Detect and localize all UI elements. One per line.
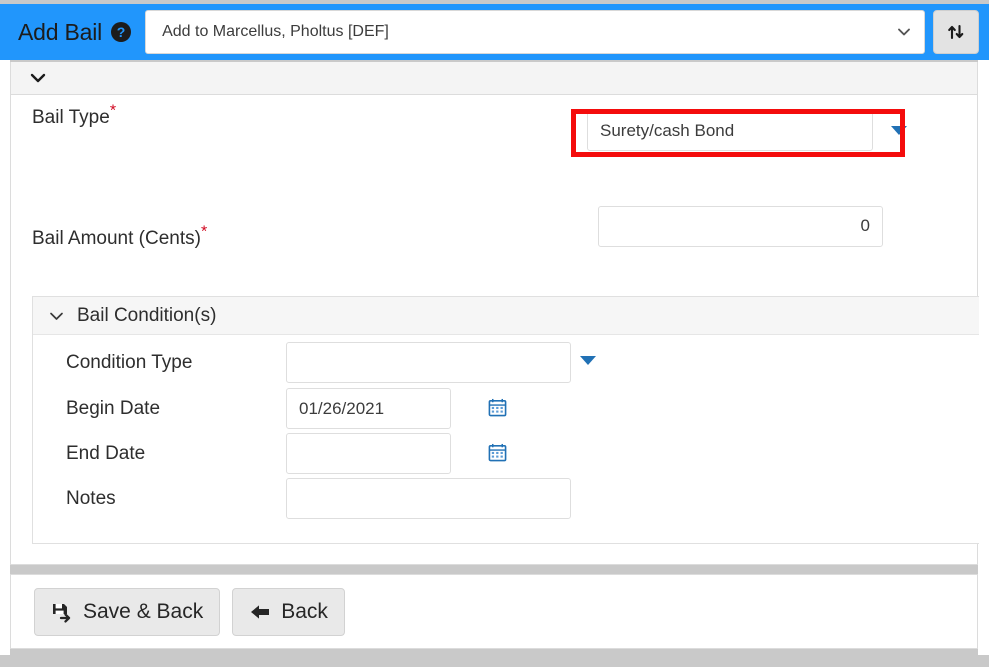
- save-arrow-icon: [53, 603, 71, 623]
- required-asterisk: *: [109, 102, 117, 120]
- question-circle-icon[interactable]: ?: [111, 22, 132, 42]
- begin-date-label: Begin Date: [66, 398, 161, 419]
- form-action-bar: Save & Back Back: [10, 574, 978, 649]
- form-row-bail-type: Bail Type* Surety/cash Bond: [11, 95, 977, 151]
- notes-input[interactable]: [286, 478, 571, 519]
- form-row-status-date: Status Date: [11, 235, 977, 432]
- page-right-margin: [978, 60, 989, 667]
- back-label: Back: [281, 599, 328, 623]
- form-row-bail-amount: Bail Amount (Cents)* 0: [11, 142, 977, 249]
- bail-type-value: Surety/cash Bond: [600, 121, 735, 140]
- page-title: Add Bail: [18, 18, 103, 45]
- chevron-down-icon: [898, 28, 910, 36]
- notes-label: Notes: [66, 488, 116, 509]
- application-window: Add Bail ? Add to Marcellus, Pholtus [DE…: [0, 0, 989, 667]
- swap-record-button[interactable]: [933, 10, 979, 54]
- bail-conditions-title: Bail Condition(s): [77, 304, 217, 326]
- save-and-back-label: Save & Back: [83, 599, 204, 623]
- calendar-icon[interactable]: [488, 398, 507, 417]
- window-bottom-edge: [0, 655, 989, 667]
- context-select-value: Add to Marcellus, Pholtus [DEF]: [162, 23, 389, 40]
- condition-type-label: Condition Type: [66, 352, 193, 373]
- page-left-margin: [0, 60, 10, 667]
- bail-conditions-panel: Bail Condition(s) Condition Type Begin D…: [32, 296, 979, 544]
- end-date-label: End Date: [66, 443, 146, 464]
- bail-type-label: Bail Type*: [32, 102, 117, 129]
- back-button[interactable]: Back: [232, 587, 345, 636]
- exchange-arrows-icon: [948, 24, 964, 40]
- bail-type-dropdown-arrow[interactable]: [891, 126, 907, 135]
- context-select[interactable]: Add to Marcellus, Pholtus [DEF]: [145, 10, 925, 54]
- arrow-left-icon: [251, 604, 270, 619]
- begin-date-input[interactable]: 01/26/2021: [286, 388, 451, 429]
- page-header: Add Bail ? Add to Marcellus, Pholtus [DE…: [0, 4, 989, 60]
- condition-type-dropdown-arrow[interactable]: [580, 356, 596, 365]
- chevron-down-icon: [50, 312, 63, 320]
- save-and-back-button[interactable]: Save & Back: [34, 587, 221, 636]
- chevron-down-icon[interactable]: [29, 72, 47, 84]
- bail-form-panel: Bail Type* Surety/cash Bond Bail Amount …: [10, 95, 979, 565]
- calendar-icon[interactable]: [488, 443, 507, 462]
- bail-conditions-header[interactable]: Bail Condition(s): [33, 297, 979, 335]
- condition-type-dropdown[interactable]: [286, 342, 571, 383]
- panel-toolbar: [10, 62, 978, 95]
- form-row-status: Status: [11, 188, 977, 339]
- end-date-input[interactable]: [286, 433, 451, 474]
- bail-conditions-body: Condition Type Begin Date 01/26/2021 End…: [33, 335, 979, 543]
- begin-date-value: 01/26/2021: [299, 398, 385, 418]
